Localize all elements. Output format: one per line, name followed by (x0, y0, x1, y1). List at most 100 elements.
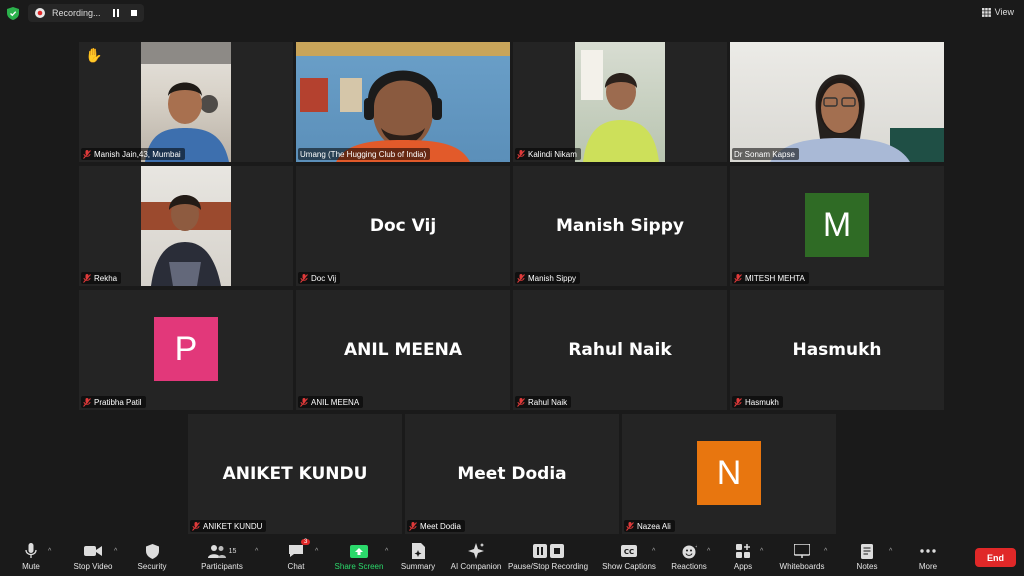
participant-silhouette (581, 50, 659, 162)
video-tile-sonam[interactable]: Dr Sonam Kapse (730, 42, 944, 162)
participant-display-name: ANIL MEENA (344, 340, 462, 360)
end-meeting-button[interactable]: End (975, 548, 1016, 567)
mic-muted-icon (300, 397, 308, 407)
recording-text: Recording... (52, 8, 101, 18)
stop-icon (131, 10, 137, 16)
participant-name: Umang (The Hugging Club of India) (300, 149, 427, 159)
more-button[interactable]: More (893, 542, 963, 571)
chat-options-caret[interactable]: ^ (315, 548, 318, 555)
video-tile-nazea[interactable]: N Nazea Ali (622, 414, 836, 534)
whiteboards-options-caret[interactable]: ^ (824, 548, 827, 555)
video-tile-mitesh[interactable]: M MITESH MEHTA (730, 166, 944, 286)
participant-name: Manish Jain,43, Mumbai (94, 149, 181, 159)
mic-muted-icon (734, 397, 742, 407)
participant-label: Dr Sonam Kapse (732, 148, 799, 160)
mic-muted-icon (192, 521, 200, 531)
meeting-toolbar: Mute ^ Stop Video ^ Security 15 Particip… (0, 539, 1024, 576)
mic-muted-icon (300, 273, 308, 283)
recording-icon (35, 8, 45, 18)
participant-name: Dr Sonam Kapse (734, 149, 795, 159)
avatar-mitesh: M (805, 193, 869, 257)
video-tile-anil[interactable]: ANIL MEENA ANIL MEENA (296, 290, 510, 410)
video-tile-pratibha[interactable]: P Pratibha Patil (79, 290, 293, 410)
mic-muted-icon (83, 149, 91, 159)
pause-stop-recording-button[interactable]: Pause/Stop Recording (505, 542, 591, 571)
video-tile-meet[interactable]: Meet Dodia Meet Dodia (405, 414, 619, 534)
whiteboard-icon (794, 544, 810, 558)
mic-muted-icon (83, 397, 91, 407)
participant-name: Kalindi Nikam (528, 149, 577, 159)
mic-muted-icon (517, 273, 525, 283)
mute-button[interactable]: Mute (0, 542, 66, 571)
more-label: More (918, 562, 938, 571)
chat-unread-badge: 3 (301, 539, 311, 545)
participant-label: Nazea Ali (624, 520, 675, 532)
participant-name: ANIL MEENA (311, 397, 360, 407)
video-tile-doc-vij[interactable]: Doc Vij Doc Vij (296, 166, 510, 286)
participant-label: Hasmukh (732, 396, 783, 408)
participant-name: Doc Vij (311, 273, 337, 283)
captions-icon: CC (621, 545, 637, 557)
video-tile-aniket[interactable]: ANIKET KUNDU ANIKET KUNDU (188, 414, 402, 534)
participant-label: Umang (The Hugging Club of India) (298, 148, 431, 160)
video-tile-umang[interactable]: Umang (The Hugging Club of India) (296, 42, 510, 162)
grid-icon (981, 7, 991, 17)
apps-icon (736, 544, 750, 558)
participant-silhouette (141, 42, 231, 162)
participant-silhouette (770, 74, 944, 162)
raised-hand-icon: ✋ (85, 47, 103, 63)
participant-video (141, 42, 231, 162)
mute-options-caret[interactable]: ^ (48, 548, 51, 555)
participant-label: Manish Sippy (515, 272, 581, 284)
ai-companion-label: AI Companion (450, 562, 502, 571)
apps-options-caret[interactable]: ^ (760, 548, 763, 555)
mic-muted-icon (409, 521, 417, 531)
participant-label: Meet Dodia (407, 520, 465, 532)
notes-button[interactable]: Notes (832, 542, 902, 571)
share-screen-icon (350, 544, 368, 558)
participant-name: Rahul Naik (528, 397, 568, 407)
avatar-nazea: N (697, 441, 761, 505)
participant-name: Nazea Ali (637, 521, 671, 531)
video-tile-rahul[interactable]: Rahul Naik Rahul Naik (513, 290, 727, 410)
video-tile-hasmukh[interactable]: Hasmukh Hasmukh (730, 290, 944, 410)
svg-text:+: + (695, 544, 697, 550)
more-dots-icon (920, 549, 936, 553)
participant-name: MITESH MEHTA (745, 273, 805, 283)
view-button[interactable]: View (981, 7, 1014, 17)
participant-display-name: Meet Dodia (457, 464, 567, 484)
shield-icon (145, 543, 159, 559)
pause-stop-recording-label: Pause/Stop Recording (507, 562, 589, 571)
participant-label: Manish Jain,43, Mumbai (81, 148, 185, 160)
svg-text:CC: CC (624, 548, 634, 556)
stop-recording-button[interactable] (126, 5, 142, 21)
video-tile-manish-jain[interactable]: ✋ Manish Jain,43, Mumbai (79, 42, 293, 162)
sparkle-icon (468, 543, 484, 559)
whiteboards-button[interactable]: Whiteboards (767, 542, 837, 571)
security-button[interactable]: Security (117, 542, 187, 571)
summary-icon (411, 543, 425, 559)
participant-display-name: Hasmukh (792, 340, 882, 360)
participant-silhouette (296, 42, 510, 162)
video-tile-manish-sippy[interactable]: Manish Sippy Manish Sippy (513, 166, 727, 286)
participant-label: Pratibha Patil (81, 396, 146, 408)
chat-bubble-icon (289, 545, 303, 557)
chat-button[interactable]: 3 Chat (261, 539, 331, 571)
participant-video (141, 166, 231, 286)
pause-icon (532, 544, 547, 558)
participant-display-name: Manish Sippy (556, 216, 684, 236)
participant-video (575, 42, 665, 162)
participants-options-caret[interactable]: ^ (255, 548, 258, 555)
notes-label: Notes (856, 562, 878, 571)
security-label: Security (137, 562, 167, 571)
video-tile-kalindi[interactable]: Kalindi Nikam (513, 42, 727, 162)
participant-display-name: Rahul Naik (568, 340, 672, 360)
participants-button[interactable]: 15 Participants (187, 542, 257, 571)
ai-companion-button[interactable]: AI Companion (441, 542, 511, 571)
video-camera-icon (84, 546, 102, 556)
pause-recording-button[interactable] (108, 5, 124, 21)
video-tile-rekha[interactable]: Rekha (79, 166, 293, 286)
shield-icon[interactable] (7, 7, 19, 20)
people-icon (207, 545, 226, 558)
notes-options-caret[interactable]: ^ (889, 548, 892, 555)
